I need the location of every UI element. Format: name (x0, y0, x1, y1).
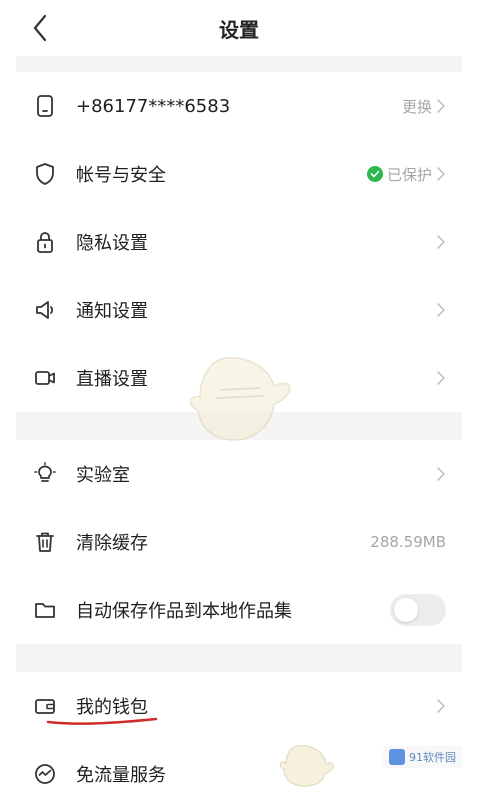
clear-cache-row[interactable]: 清除缓存 288.59MB (0, 508, 478, 576)
shield-icon (32, 161, 58, 187)
section-divider (16, 644, 462, 672)
notify-right (432, 302, 446, 318)
speaker-icon (32, 297, 58, 323)
autosave-toggle[interactable] (390, 594, 446, 626)
autosave-label: 自动保存作品到本地作品集 (76, 601, 292, 622)
privacy-settings-row[interactable]: 隐私设置 (0, 208, 478, 276)
privacy-right (432, 234, 446, 250)
chevron-right-icon (437, 99, 445, 113)
trash-icon (32, 529, 58, 555)
chevron-right-icon (437, 235, 445, 249)
folder-icon (32, 597, 58, 623)
cache-size: 288.59MB (370, 533, 446, 551)
autosave-row: 自动保存作品到本地作品集 (0, 576, 478, 644)
change-text: 更换 (401, 97, 432, 116)
live-right (432, 370, 446, 386)
chevron-right-icon (437, 371, 445, 385)
site-badge: 91软件园 (383, 746, 462, 768)
check-circle-icon (366, 166, 383, 182)
lightbulb-icon (32, 461, 58, 487)
chevron-right-icon (437, 167, 445, 181)
logo-square-icon (389, 749, 405, 765)
security-status-text: 已保护 (386, 165, 432, 184)
red-underline-annotation (46, 717, 158, 725)
header: 设置 (0, 0, 478, 56)
video-camera-icon (32, 365, 58, 391)
phone-label: +86177****6583 (76, 95, 231, 117)
lab-label: 实验室 (76, 465, 130, 486)
phone-change[interactable]: 更换 (402, 96, 446, 117)
section-divider (16, 56, 462, 72)
lock-icon (32, 229, 58, 255)
mascot-watermark (189, 357, 291, 441)
phone-icon (32, 93, 58, 119)
page-title: 设置 (219, 18, 259, 42)
site-badge-text: 91软件园 (409, 751, 456, 764)
chevron-right-icon (437, 699, 445, 713)
chevron-right-icon (437, 303, 445, 317)
account-security-row[interactable]: 帐号与安全 已保护 (0, 140, 478, 208)
watermark-logos: 91软件园 (278, 742, 468, 788)
pulse-circle-icon (32, 761, 58, 787)
privacy-settings-label: 隐私设置 (76, 233, 148, 254)
notification-settings-label: 通知设置 (76, 301, 148, 322)
lab-right (432, 466, 446, 482)
notification-settings-row[interactable]: 通知设置 (0, 276, 478, 344)
wallet-right (432, 698, 446, 714)
phone-row[interactable]: +86177****6583 更换 (0, 72, 478, 140)
toggle-knob (394, 598, 418, 622)
account-security-label: 帐号与安全 (76, 165, 166, 186)
clear-cache-label: 清除缓存 (76, 533, 148, 554)
wallet-row[interactable]: 我的钱包 (0, 672, 478, 740)
chevron-right-icon (437, 467, 445, 481)
security-status: 已保护 (366, 164, 446, 185)
lab-row[interactable]: 实验室 (0, 440, 478, 508)
mascot-small-watermark (279, 745, 334, 787)
